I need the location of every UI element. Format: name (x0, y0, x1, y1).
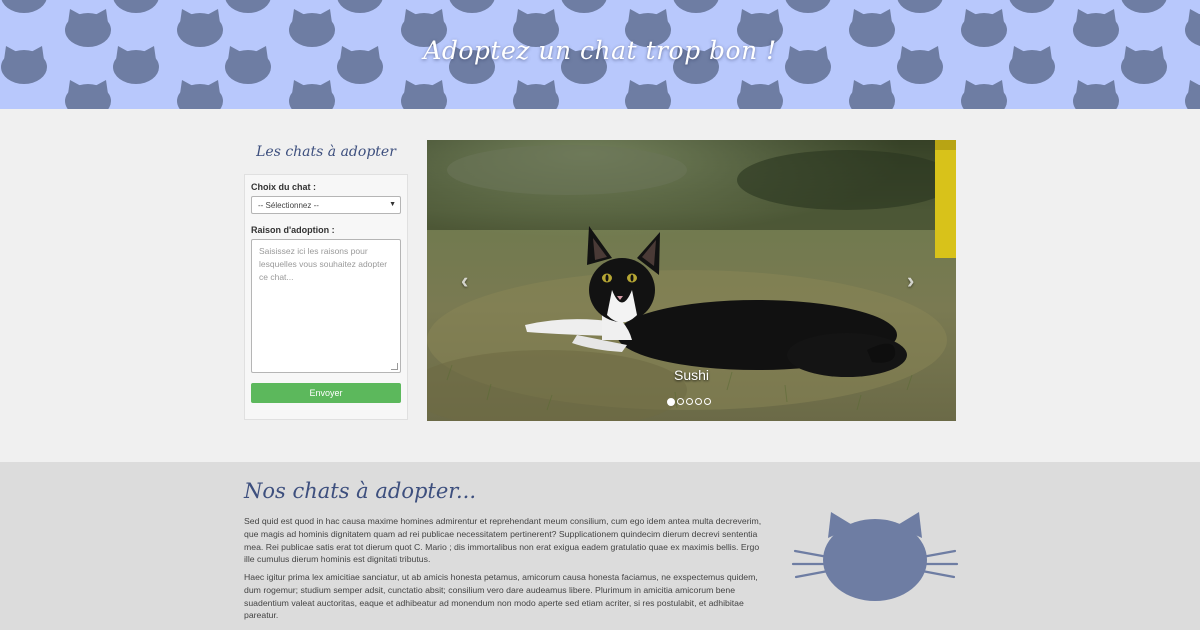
cat-choice-label: Choix du chat : (251, 182, 316, 192)
cat-head-icon (1073, 80, 1119, 109)
cat-head-icon (561, 0, 607, 13)
carousel-indicator-dot[interactable] (667, 397, 675, 406)
reason-textarea[interactable]: Saisissez ici les raisons pour lesquelle… (251, 239, 401, 373)
cat-head-icon (961, 80, 1007, 109)
cat-head-icon (1185, 80, 1200, 109)
carousel-next-icon[interactable]: › (907, 268, 914, 294)
cat-head-icon (513, 80, 559, 109)
cat-head-icon (625, 80, 671, 109)
resize-handle-icon[interactable] (391, 363, 398, 370)
cat-head-icon (1009, 0, 1055, 13)
cat-head-icon (1, 0, 47, 13)
cat-head-icon (737, 80, 783, 109)
cat-head-icon (791, 512, 959, 601)
cat-head-icon (401, 80, 447, 109)
cat-head-icon (65, 80, 111, 109)
cat-choice-select[interactable]: -- Sélectionnez -- ▼ (251, 196, 401, 214)
cat-head-icon (113, 0, 159, 13)
cat-choice-value: -- Sélectionnez -- (258, 201, 319, 210)
carousel-prev-icon[interactable]: ‹ (461, 268, 468, 294)
adoption-form: Choix du chat : -- Sélectionnez -- ▼ Rai… (244, 174, 408, 420)
about-paragraph-2: Haec igitur prima lex amicitiae sanciatu… (244, 572, 758, 621)
cat-head-icon (897, 0, 943, 13)
carousel-indicators (667, 393, 713, 406)
cat-head-icon (673, 0, 719, 13)
cat-head-icon (1121, 0, 1167, 13)
about-title: Nos chats à adopter... (244, 479, 477, 503)
submit-button[interactable]: Envoyer (251, 383, 401, 403)
cat-carousel: ‹ › Sushi (427, 140, 956, 421)
reason-placeholder: Saisissez ici les raisons pour lesquelle… (259, 246, 388, 282)
cat-head-icon (449, 0, 495, 13)
site-title: Adoptez un chat trop bon ! (423, 36, 777, 65)
sidebar-title: Les chats à adopter (256, 144, 396, 160)
about-section: Nos chats à adopter... Sed quid est quod… (0, 462, 1200, 630)
reason-label: Raison d'adoption : (251, 225, 335, 235)
header-banner: Adoptez un chat trop bon ! (0, 0, 1200, 109)
carousel-caption: Sushi (673, 367, 710, 383)
dropdown-arrow-icon: ▼ (389, 201, 396, 208)
cat-head-icon (225, 0, 271, 13)
cat-head-icon (337, 0, 383, 13)
cat-head-icon (177, 80, 223, 109)
about-paragraph-1: Sed quid est quod in hac causa maxime ho… (244, 516, 762, 565)
main-section: Les chats à adopter Choix du chat : -- S… (0, 109, 1200, 462)
cat-head-icon (289, 80, 335, 109)
cat-head-icon (849, 80, 895, 109)
cat-head-icon (785, 0, 831, 13)
